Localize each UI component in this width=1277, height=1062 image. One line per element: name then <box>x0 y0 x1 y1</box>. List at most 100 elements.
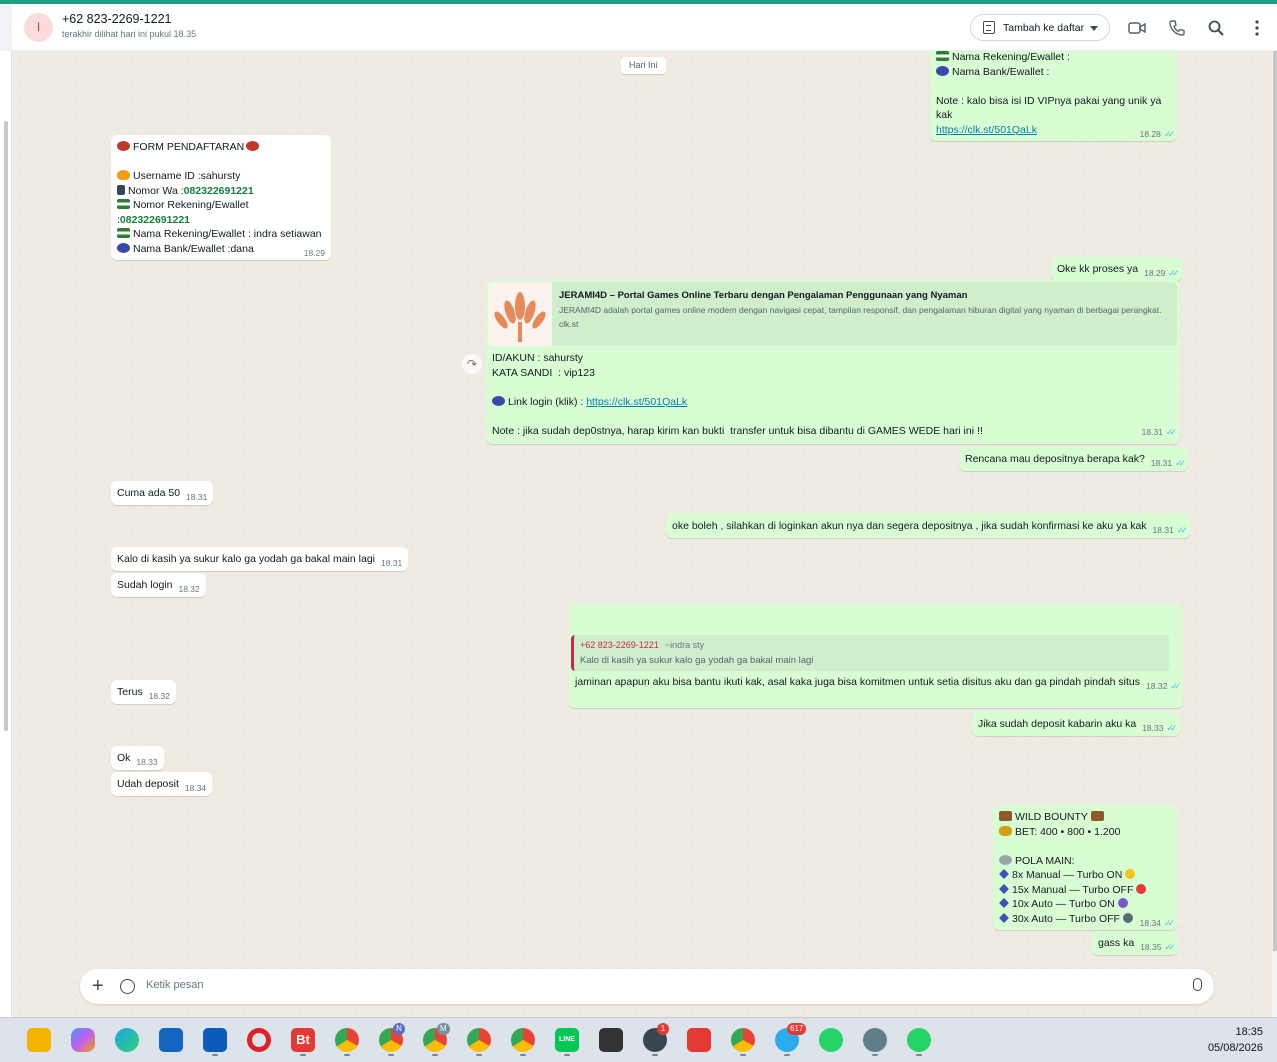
whatsapp-icon[interactable] <box>907 1028 931 1052</box>
sticker-icon[interactable] <box>120 979 135 994</box>
message-incoming[interactable]: Ok 18.33 <box>111 746 164 770</box>
message-outgoing[interactable]: WILD BOUNTY BET: 400 • 800 • 1.200 POLA … <box>993 805 1177 930</box>
chrome-icon[interactable] <box>335 1028 359 1052</box>
message-outgoing[interactable]: oke boleh , silahkan di loginkan akun ny… <box>666 514 1190 538</box>
message-text: Kalo di kasih ya sukur kalo ga yodah ga … <box>117 553 375 565</box>
message-input[interactable] <box>146 979 1166 991</box>
chrome-icon[interactable] <box>731 1028 755 1052</box>
scrollbar-thumb[interactable] <box>4 121 8 731</box>
chrome-icon[interactable] <box>467 1028 491 1052</box>
wps-office-icon[interactable] <box>687 1028 711 1052</box>
link-preview-title: JERAMI4D – Portal Games Online Terbaru d… <box>559 290 968 301</box>
message-text: POLA MAIN: <box>1015 854 1075 867</box>
link-preview[interactable]: JERAMI4D – Portal Games Online Terbaru d… <box>488 282 1177 346</box>
line-icon[interactable]: LINE <box>555 1028 579 1052</box>
copilot-icon[interactable] <box>71 1028 95 1052</box>
forward-icon[interactable]: ↷ <box>462 354 482 374</box>
quoted-text: Kalo di kasih ya sukur kalo ga yodah ga … <box>580 654 814 666</box>
message-text: Nama Bank/Ewallet :dana <box>133 242 254 255</box>
message-meta: 18.28 ✓✓ <box>1139 128 1175 139</box>
message-outgoing[interactable]: gass ka 18.35 ✓✓ <box>1092 931 1178 955</box>
message-text: FORM PENDAFTARAN <box>133 141 245 153</box>
quoted-author: +62 823-2269-1221 <box>580 640 659 650</box>
quoted-message[interactable]: +62 823-2269-1221 ~indra sty Kalo di kasih… <box>571 635 1169 671</box>
voice-call-icon[interactable] <box>1167 18 1187 38</box>
outlook-icon[interactable] <box>159 1028 183 1052</box>
add-to-list-icon <box>983 21 995 34</box>
message-outgoing[interactable]: JERAMI4D – Portal Games Online Terbaru d… <box>486 280 1179 444</box>
play-emoji-icon <box>492 395 505 406</box>
phone-emoji-icon <box>117 184 125 195</box>
message-incoming[interactable]: Terus 18.32 <box>111 680 176 704</box>
read-receipt-icon: ✓✓ <box>1176 525 1188 535</box>
disc-emoji-icon <box>1122 912 1133 923</box>
store-icon[interactable] <box>203 1028 227 1052</box>
message-body: ID/AKUN : sahursty KATA SANDI : vip123 L… <box>492 351 1172 438</box>
scrollbar[interactable] <box>1273 51 1277 951</box>
message-link[interactable]: https://clk.st/501QaLk <box>936 124 1037 136</box>
message-text: Udah deposit <box>117 778 179 790</box>
edge-icon[interactable] <box>115 1028 139 1052</box>
sticky-notes-icon[interactable] <box>599 1028 623 1052</box>
profile-badge: M <box>437 1023 450 1035</box>
read-receipt-icon: ✓✓ <box>1175 458 1186 468</box>
running-indicator <box>388 1054 394 1056</box>
message-text: KATA SANDI : vip123 <box>492 366 595 379</box>
whatsapp-icon[interactable] <box>819 1028 843 1052</box>
taskbar: Bt N M LINE 1 617 18:35 05/08/2026 <box>0 1017 1277 1062</box>
bt-app-icon[interactable]: Bt <box>291 1028 315 1052</box>
profile-badge: N <box>393 1023 405 1035</box>
bull-emoji-icon <box>999 811 1012 821</box>
message-meta: 18.33 ✓✓ <box>1142 723 1177 733</box>
link-preview-description: JERAMI4D adalah portal games online mode… <box>559 305 1162 315</box>
running-indicator <box>344 1054 350 1056</box>
opera-icon[interactable] <box>247 1028 271 1052</box>
read-receipt-icon: ✓✓ <box>1163 917 1175 928</box>
avatar[interactable]: I <box>24 13 53 42</box>
contact-name[interactable]: +62 823-2269-1221 <box>62 12 171 26</box>
read-receipt-icon: ✓✓ <box>1166 723 1177 733</box>
read-receipt-icon: ✓✓ <box>1164 942 1175 952</box>
message-outgoing[interactable]: Rencana mau depositnya berapa kak? 18.31 ✓… <box>959 447 1189 471</box>
message-outgoing[interactable]: Oke kk proses ya 18.29 ✓✓ <box>1051 257 1182 281</box>
file-explorer-icon[interactable] <box>27 1028 51 1052</box>
menu-icon[interactable] <box>1247 18 1267 38</box>
chrome-icon[interactable] <box>511 1028 535 1052</box>
message-text: Note : kalo bisa isi ID VIPnya pakai yan… <box>936 94 1165 122</box>
video-call-icon[interactable] <box>1127 18 1147 38</box>
message-text: 30x Auto — Turbo OFF <box>1012 912 1120 925</box>
message-link[interactable]: https://clk.st/501QaLk <box>586 396 687 408</box>
attach-plus-icon[interactable]: + <box>92 975 104 998</box>
read-receipt-icon: ✓✓ <box>1168 268 1179 278</box>
gear-emoji-icon <box>999 854 1012 865</box>
message-incoming[interactable]: Udah deposit 18.34 <box>111 772 213 796</box>
contact-status: terakhir dilihat hari ini pukul 18.35 <box>62 29 197 39</box>
clock-date[interactable]: 05/08/2026 <box>1208 1042 1263 1054</box>
microphone-icon[interactable] <box>1193 978 1202 991</box>
message-outgoing[interactable]: Jika sudah deposit kabarin aku ka 18.33 ✓✓ <box>972 712 1180 736</box>
message-text: Ok <box>117 752 131 764</box>
flag-emoji-icon <box>117 228 130 238</box>
flag-emoji-icon <box>117 199 130 209</box>
message-text: Sudah login <box>117 579 173 591</box>
message-incoming[interactable]: Sudah login 18.32 <box>111 573 206 597</box>
message-incoming[interactable]: Kalo di kasih ya sukur kalo ga yodah ga … <box>111 547 409 571</box>
phone-number-link[interactable]: 082322691221 <box>184 185 254 197</box>
message-incoming[interactable]: FORM PENDAFTARAN Username ID :sahursty N… <box>111 135 331 260</box>
notification-badge: 1 <box>657 1023 669 1035</box>
message-outgoing[interactable]: +62 823-2269-1221 ~indra sty Kalo di kasih… <box>569 604 1184 708</box>
message-list[interactable]: Hari Ini Nama Rekening/Ewallet : Nama Ba… <box>13 51 1272 1017</box>
message-text: Rencana mau depositnya berapa kak? <box>965 453 1145 465</box>
message-text: Note : jika sudah dep0stnya, harap kirim… <box>492 424 983 437</box>
message-meta: 18.32 ✓✓ <box>1146 681 1181 691</box>
add-to-list-button[interactable]: Tambah ke daftar <box>970 14 1110 41</box>
chevron-down-icon <box>1090 26 1098 31</box>
search-icon[interactable] <box>1206 18 1226 38</box>
phone-number-link[interactable]: 082322691221 <box>120 214 190 226</box>
message-outgoing[interactable]: Nama Rekening/Ewallet : Nama Bank/Ewalle… <box>930 51 1177 141</box>
message-text: Oke kk proses ya <box>1057 263 1139 275</box>
settings-icon[interactable] <box>863 1028 887 1052</box>
message-incoming[interactable]: Cuma ada 50 18.31 <box>111 481 214 505</box>
message-meta: 18.34 ✓✓ <box>1139 917 1175 928</box>
clock-time[interactable]: 18:35 <box>1235 1026 1263 1038</box>
